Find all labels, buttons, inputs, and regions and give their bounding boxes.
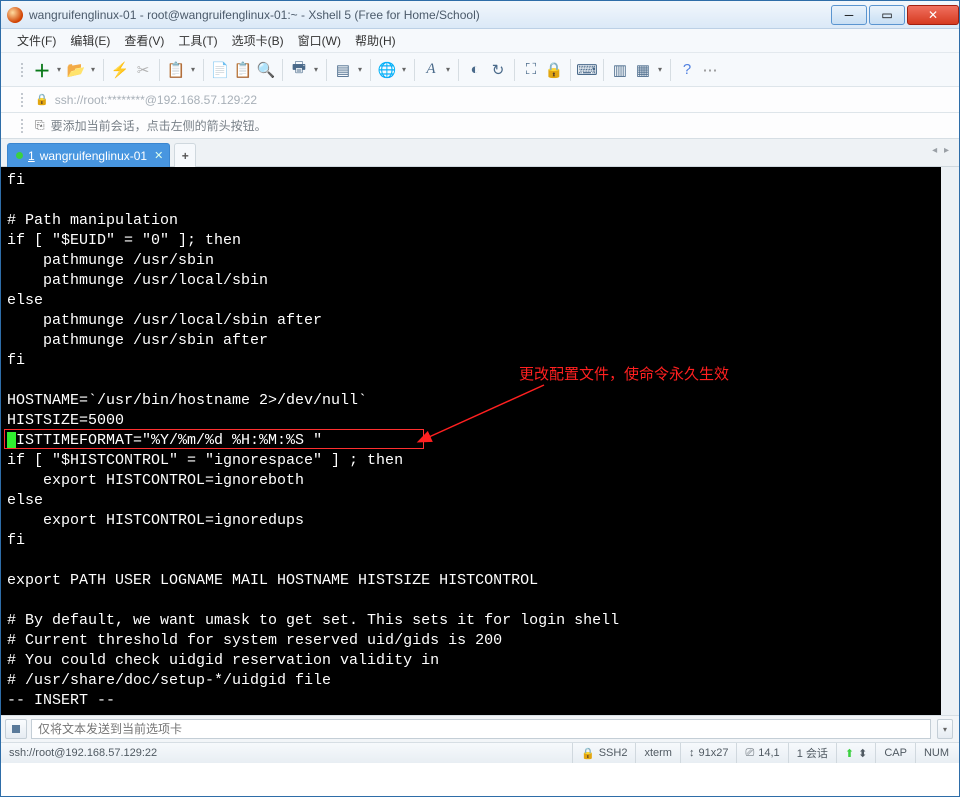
menu-tools[interactable]: 工具(T) [178, 32, 217, 49]
copy-button[interactable]: 📄 [210, 59, 230, 81]
new-session-button[interactable]: ＋ [32, 59, 52, 81]
menu-file[interactable]: 文件(F) [17, 32, 56, 49]
open-folder-button[interactable]: 📂 [66, 59, 86, 81]
menu-view[interactable]: 查看(V) [124, 32, 164, 49]
screen-button[interactable]: ▤ [333, 59, 353, 81]
input-dropdown[interactable]: ▾ [937, 719, 953, 739]
globe-dropdown[interactable]: ▾ [400, 59, 408, 81]
toolbar: ＋▾ 📂▾ ⚡ ✂ 📋▾ 📄 📋 🔍 🖶▾ ▤▾ 🌐▾ A▾ ◐ ↻ ⛶ 🔒 ⌨… [1, 53, 959, 87]
open-folder-dropdown[interactable]: ▾ [89, 59, 97, 81]
tab-label: wangruifenglinux-01 [40, 149, 147, 163]
address-bar: 🔒 ssh://root:********@192.168.57.129:22 [1, 87, 959, 113]
tab-session-1[interactable]: 1 wangruifenglinux-01 ✕ [7, 143, 170, 167]
addr-gripper[interactable] [17, 87, 27, 112]
input-bar: ▾ [1, 715, 959, 743]
annotation-text: 更改配置文件，使命令永久生效 [519, 365, 729, 385]
font-dropdown[interactable]: ▾ [444, 59, 452, 81]
font-button[interactable]: A [421, 59, 441, 81]
scrollbar-thumb[interactable] [942, 467, 958, 687]
lock-button[interactable]: 🔒 [544, 59, 564, 81]
close-button[interactable]: ✕ [907, 5, 959, 25]
properties-dropdown[interactable]: ▾ [189, 59, 197, 81]
more-button[interactable]: ⋯ [700, 59, 720, 81]
print-button[interactable]: 🖶 [289, 59, 309, 81]
command-input[interactable] [31, 719, 931, 739]
tile-dropdown[interactable]: ▾ [656, 59, 664, 81]
color-button[interactable]: ◐ [465, 59, 485, 81]
menu-tabs[interactable]: 选项卡(B) [232, 32, 284, 49]
tab-number: 1 [28, 149, 35, 163]
menu-window[interactable]: 窗口(W) [298, 32, 341, 49]
status-caps: CAP [875, 743, 915, 763]
status-net: ⬆⬍ [836, 743, 875, 763]
arrow-add-icon[interactable]: ⎘ [35, 118, 45, 133]
paste-button[interactable]: 📋 [233, 59, 253, 81]
message-text: 要添加当前会话，点击左侧的箭头按钮。 [51, 117, 267, 134]
maximize-button[interactable]: ▭ [869, 5, 905, 25]
globe-button[interactable]: 🌐 [377, 59, 397, 81]
tab-bar: 1 wangruifenglinux-01 ✕ + ◂ ▸ [1, 139, 959, 167]
address-text[interactable]: ssh://root:********@192.168.57.129:22 [55, 93, 257, 107]
status-size: ↕91x27 [680, 743, 736, 763]
tile-h-button[interactable]: ▥ [610, 59, 630, 81]
status-pos: ⎚14,1 [736, 743, 787, 763]
terminal[interactable]: fi # Path manipulation if [ "$EUID" = "0… [1, 167, 959, 715]
status-bar: ssh://root@192.168.57.129:22 🔒SSH2 xterm… [1, 743, 959, 763]
screen-dropdown[interactable]: ▾ [356, 59, 364, 81]
help-button[interactable]: ? [677, 59, 697, 81]
status-ssh: 🔒SSH2 [572, 743, 635, 763]
minimize-button[interactable]: ─ [831, 5, 867, 25]
cursor [7, 432, 16, 449]
status-term: xterm [635, 743, 680, 763]
menu-edit[interactable]: 编辑(E) [70, 32, 110, 49]
menu-bar: 文件(F) 编辑(E) 查看(V) 工具(T) 选项卡(B) 窗口(W) 帮助(… [1, 29, 959, 53]
terminal-scrollbar[interactable] [941, 167, 959, 715]
status-num: NUM [915, 743, 951, 763]
tile-v-button[interactable]: ▦ [633, 59, 653, 81]
tab-status-dot [16, 152, 23, 159]
tab-nav-arrows[interactable]: ◂ ▸ [932, 145, 951, 156]
title-bar: wangruifenglinux-01 - root@wangruifengli… [1, 1, 959, 29]
reconnect-button[interactable]: ⚡ [110, 59, 130, 81]
toolbar-gripper[interactable] [17, 53, 27, 86]
lock-icon-small: 🔒 [581, 747, 595, 760]
new-session-dropdown[interactable]: ▾ [55, 59, 63, 81]
msg-gripper[interactable] [17, 113, 27, 138]
find-button[interactable]: 🔍 [256, 59, 276, 81]
menu-help[interactable]: 帮助(H) [355, 32, 396, 49]
window-title: wangruifenglinux-01 - root@wangruifengli… [29, 8, 829, 22]
fullscreen-button[interactable]: ⛶ [521, 59, 541, 81]
lock-icon: 🔒 [35, 93, 49, 106]
keyboard-button[interactable]: ⌨ [577, 59, 597, 81]
send-mode-button[interactable] [5, 719, 27, 739]
message-bar: ⎘ 要添加当前会话，点击左侧的箭头按钮。 [1, 113, 959, 139]
new-tab-button[interactable]: + [174, 143, 196, 167]
status-session: 1 会话 [788, 743, 836, 763]
tab-close-button[interactable]: ✕ [154, 149, 163, 162]
properties-button[interactable]: 📋 [166, 59, 186, 81]
annotation-arrow [419, 377, 559, 447]
refresh-button[interactable]: ↻ [488, 59, 508, 81]
disconnect-button[interactable]: ✂ [133, 59, 153, 81]
print-dropdown[interactable]: ▾ [312, 59, 320, 81]
app-icon [7, 7, 23, 23]
status-path: ssh://root@192.168.57.129:22 [9, 747, 572, 759]
